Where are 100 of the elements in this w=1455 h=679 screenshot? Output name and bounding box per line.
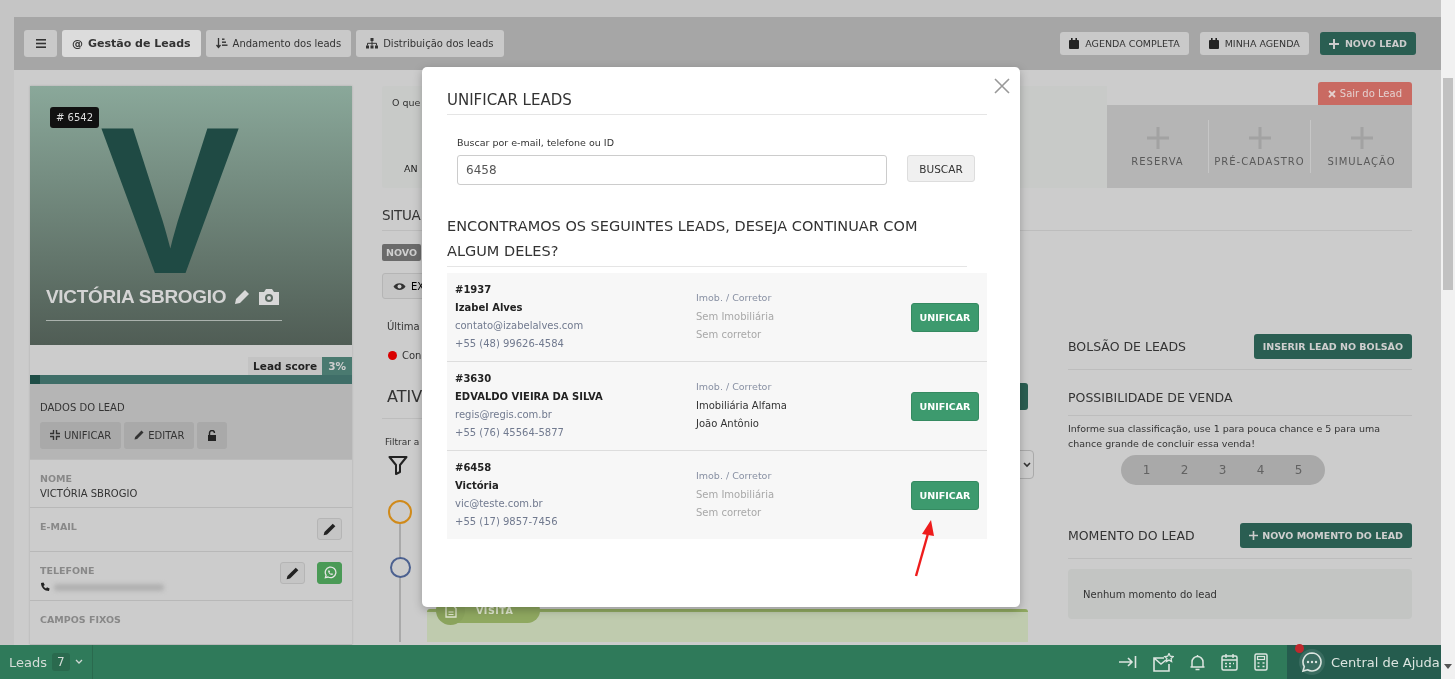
tab[interactable]: @ Gestão de Leads [62, 30, 201, 57]
agency-name: Sem Imobiliária [696, 487, 776, 502]
search-field[interactable]: 6458 [457, 155, 887, 185]
rating-hint: Informe sua classificação, use 1 para pouca chance e 5 para uma chance grande de concluir essa venda! [1068, 422, 1382, 451]
section-heading: MOMENTO DO LEAD [1068, 528, 1195, 543]
leads-menu[interactable]: Leads 7 [0, 645, 92, 679]
whatsapp-button[interactable] [317, 562, 342, 585]
close-icon[interactable] [994, 78, 1010, 94]
lead-phone: +55 (48) 99626-4584 [455, 337, 565, 351]
status-text: Con [402, 350, 422, 361]
lock-icon [207, 429, 218, 441]
broker-name: Sem corretor [696, 328, 763, 343]
field-value: VICTÓRIA SBROGIO [40, 488, 138, 500]
chat-icon [1301, 651, 1323, 673]
camera-icon[interactable] [258, 288, 281, 306]
merge-button[interactable]: UNIFICAR [911, 391, 979, 421]
field-label: TELEFONE [40, 565, 96, 577]
shortcut-button[interactable]: RESERVA [1107, 126, 1208, 167]
status-dot [388, 351, 397, 360]
calendar-icon[interactable] [1221, 653, 1238, 671]
shortcut-button[interactable]: PRÉ-CADASTRO [1209, 126, 1310, 167]
agency-label: Imob. / Corretor [696, 469, 773, 484]
phone-icon [40, 582, 50, 593]
merge-button[interactable]: UNIFICAR [40, 421, 122, 449]
lead-score-value: 3% [322, 356, 352, 375]
field-label: NOME [40, 473, 73, 485]
insert-pool-button[interactable]: INSERIR LEAD NO BOLSÃO [1253, 334, 1412, 359]
rating-option[interactable]: 1 [1127, 457, 1166, 483]
calendar-icon [1208, 38, 1219, 49]
section-heading: POSSIBILIDADE DE VENDA [1068, 390, 1234, 405]
calculator-icon[interactable] [1254, 653, 1268, 671]
lead-email: regis@regis.com.br [455, 408, 553, 422]
tab[interactable]: Andamento dos leads [205, 30, 352, 57]
section-heading: BOLSÃO DE LEADS [1068, 339, 1186, 354]
chat-bubble-icon [322, 566, 337, 581]
info-label: AN [404, 163, 418, 174]
pencil-icon [323, 522, 336, 536]
pencil-icon [286, 566, 299, 580]
field-label: E-MAIL [40, 521, 77, 533]
edit-button[interactable]: EDITAR [124, 421, 195, 449]
empty-message: Nenhum momento do lead [1083, 588, 1217, 600]
count-badge: 7 [52, 653, 70, 671]
exit-lead-button[interactable]: Sair do Lead [1317, 82, 1412, 105]
calendar-button[interactable]: AGENDA COMPLETA [1060, 32, 1189, 55]
lock-button[interactable] [197, 421, 228, 449]
lead-id: #3630 [455, 372, 493, 386]
scroll-down-icon[interactable] [1444, 664, 1452, 669]
edit-button[interactable] [280, 562, 305, 585]
shortcut-button[interactable]: SIMULAÇÃO [1311, 126, 1412, 167]
sitemap-icon [366, 38, 379, 49]
rating-option[interactable]: 2 [1165, 457, 1204, 483]
lead-email: vic@teste.com.br [455, 497, 544, 511]
lead-id: #6458 [455, 461, 493, 475]
info-text: O que [392, 97, 421, 108]
scrollbar-thumb[interactable] [1443, 78, 1453, 290]
lead-phone: +55 (17) 9857-7456 [455, 515, 559, 529]
scrollbar[interactable] [1441, 0, 1455, 679]
edit-button[interactable] [317, 518, 342, 541]
lead-id-badge: # 6542 [50, 107, 99, 128]
agency-label: Imob. / Corretor [696, 380, 773, 395]
help-center-button[interactable]: Central de Ajuda [1287, 645, 1441, 679]
merge-button[interactable]: UNIFICAR [911, 480, 979, 510]
chevron-down-icon [1023, 462, 1031, 468]
bell-icon[interactable] [1190, 653, 1205, 671]
rating-option[interactable]: 3 [1203, 457, 1242, 483]
calendar-button[interactable]: MINHA AGENDA [1199, 32, 1309, 55]
last-update-label: Última [387, 321, 420, 332]
lead-name: Victória [455, 479, 500, 493]
compress-icon [50, 430, 60, 441]
lead-name: VICTÓRIA SBROGIO [46, 286, 227, 308]
broker-name: João Antônio [696, 417, 760, 432]
merge-button[interactable]: UNIFICAR [911, 302, 979, 332]
eye-icon [393, 281, 406, 291]
plus-icon [1249, 531, 1259, 540]
results-heading: ENCONTRAMOS OS SEGUINTES LEADS, DESEJA CONTINUAR COM ALGUM DELES? [447, 214, 967, 267]
new-moment-button[interactable]: NOVO MOMENTO DO LEAD [1240, 523, 1412, 548]
plus-icon [1328, 38, 1339, 49]
lead-id: #1937 [455, 283, 493, 297]
menu-button[interactable] [24, 30, 57, 57]
search-button[interactable]: BUSCAR [907, 155, 975, 182]
rating-option[interactable]: 5 [1279, 457, 1318, 483]
tab[interactable]: Distribuição dos leads [356, 30, 504, 57]
agency-label: Imob. / Corretor [696, 291, 773, 306]
filter-icon[interactable] [388, 454, 408, 475]
sort-icon [215, 38, 228, 49]
status-badge: NOVO [382, 244, 422, 261]
new-lead-button[interactable]: NOVO LEAD [1319, 32, 1416, 55]
broker-name: Sem corretor [696, 506, 763, 521]
close-icon [1327, 89, 1336, 98]
avatar-initial: V [100, 96, 241, 284]
rating-option[interactable]: 4 [1241, 457, 1280, 483]
collapse-icon[interactable] [1119, 655, 1137, 669]
section-heading: ATIV [387, 387, 423, 406]
lead-name: Izabel Alves [455, 301, 524, 315]
filter-label: Filtrar a [385, 437, 420, 447]
mail-star-icon[interactable] [1153, 652, 1174, 672]
pencil-icon [134, 430, 145, 441]
lead-email: contato@izabelalves.com [455, 319, 585, 333]
dialog-title: UNIFICAR LEADS [447, 87, 987, 115]
chevron-down-icon [74, 659, 83, 665]
